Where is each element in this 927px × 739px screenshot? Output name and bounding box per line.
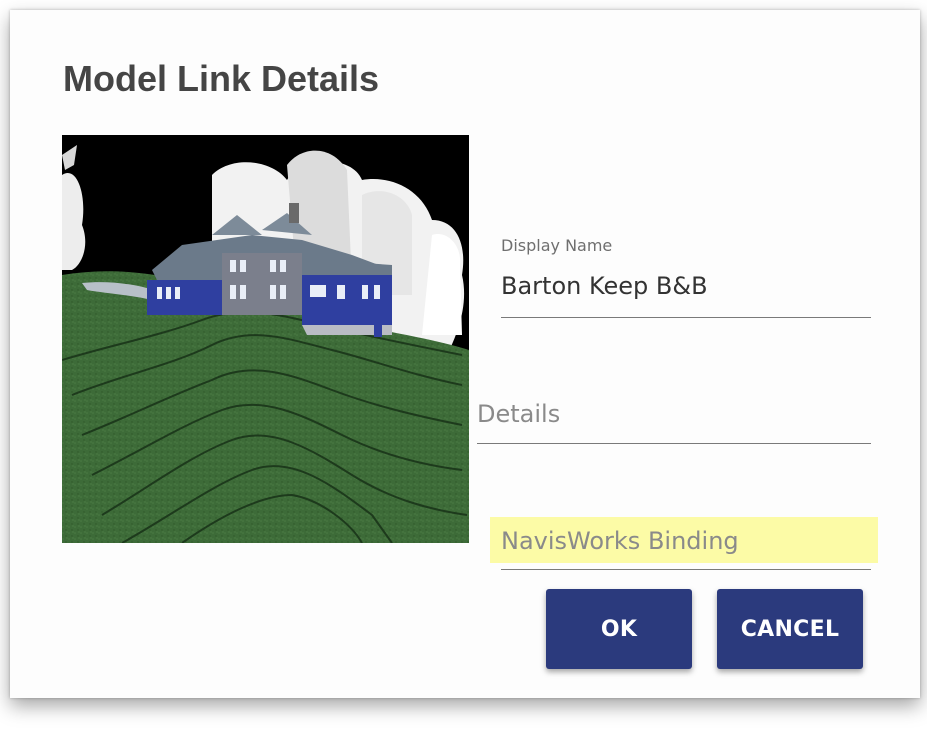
details-underline — [477, 443, 871, 444]
model-link-details-dialog: Model Link Details Display Name Barton K… — [10, 10, 920, 698]
navisworks-binding-input[interactable]: NavisWorks Binding — [501, 527, 739, 555]
display-name-input[interactable]: Barton Keep B&B — [501, 272, 708, 300]
navisworks-binding-underline — [501, 569, 871, 570]
display-name-label: Display Name — [501, 236, 613, 255]
display-name-underline — [501, 317, 871, 318]
cancel-button[interactable]: CANCEL — [717, 589, 863, 669]
details-input[interactable]: Details — [477, 400, 560, 428]
model-preview-image — [62, 135, 469, 543]
dialog-title: Model Link Details — [63, 58, 380, 99]
ok-button[interactable]: OK — [546, 589, 692, 669]
